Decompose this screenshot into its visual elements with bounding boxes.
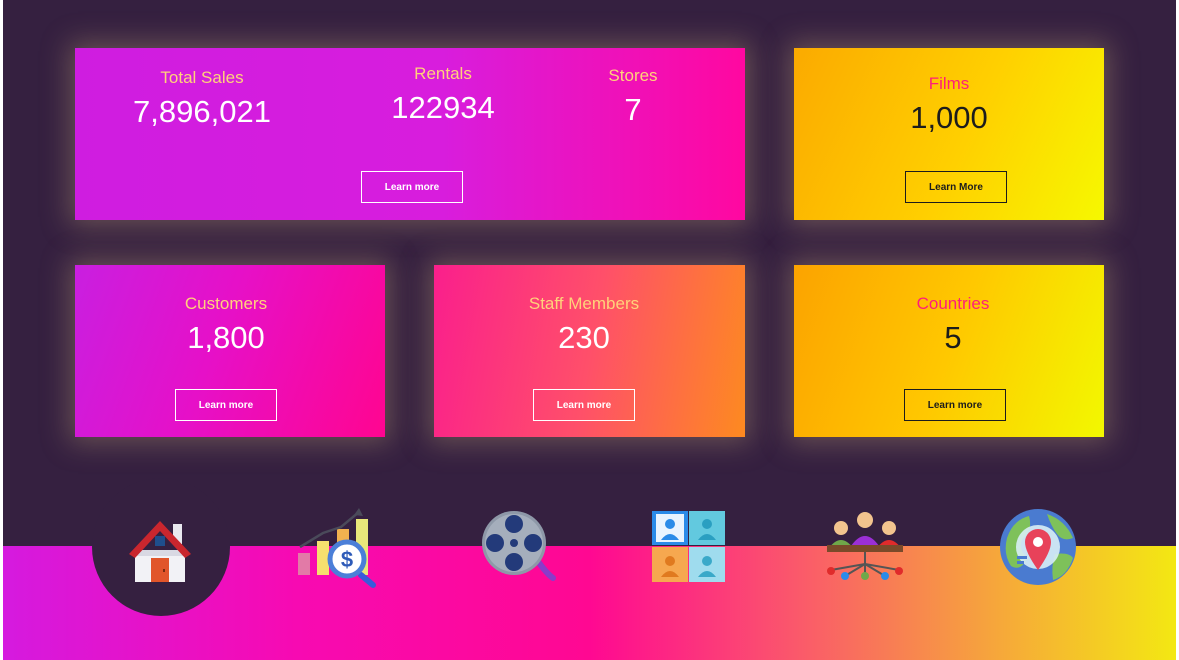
stores-metric: Stores 7: [573, 66, 693, 128]
globe-map-pin-icon[interactable]: [999, 508, 1077, 586]
rentals-value: 122934: [391, 90, 495, 125]
staff-learn-more-button[interactable]: Learn more: [533, 389, 635, 421]
films-learn-more-button[interactable]: Learn More: [905, 171, 1007, 203]
total-sales-metric: Total Sales 7,896,021: [132, 68, 272, 130]
sales-analytics-icon[interactable]: $: [295, 507, 377, 589]
stores-value: 7: [624, 92, 642, 127]
rentals-label: Rentals: [414, 64, 472, 83]
films-card: Films 1,000 Learn More: [794, 48, 1104, 220]
countries-value: 5: [944, 320, 962, 355]
films-value: 1,000: [910, 100, 988, 135]
customers-learn-more-button[interactable]: Learn more: [175, 389, 277, 421]
customers-metric: Customers 1,800: [75, 294, 377, 356]
staff-value: 230: [558, 320, 610, 355]
countries-label: Countries: [916, 294, 990, 313]
customers-card: Customers 1,800 Learn more: [75, 265, 385, 437]
meeting-people-icon[interactable]: [823, 508, 907, 582]
staff-label: Staff Members: [528, 294, 640, 313]
countries-card: Countries 5 Learn more: [794, 265, 1104, 437]
staff-panel-icon[interactable]: [649, 510, 727, 584]
staff-card: Staff Members 230 Learn more: [434, 265, 745, 437]
dashboard-stage: Total Sales 7,896,021 Rentals 122934 Sto…: [3, 0, 1176, 660]
house-icon[interactable]: [127, 516, 193, 584]
countries-metric: Countries 5: [794, 294, 1112, 356]
summary-card: Total Sales 7,896,021 Rentals 122934 Sto…: [75, 48, 745, 220]
films-label: Films: [928, 74, 970, 93]
customers-label: Customers: [184, 294, 268, 313]
films-metric: Films 1,000: [794, 74, 1104, 136]
rentals-metric: Rentals 122934: [373, 64, 513, 126]
staff-metric: Staff Members 230: [434, 294, 734, 356]
customers-value: 1,800: [187, 320, 265, 355]
svg-text:$: $: [341, 547, 353, 572]
film-reel-icon[interactable]: [481, 510, 557, 584]
total-sales-label: Total Sales: [160, 68, 244, 87]
stores-label: Stores: [608, 66, 658, 85]
countries-learn-more-button[interactable]: Learn more: [904, 389, 1006, 421]
total-sales-value: 7,896,021: [133, 94, 271, 129]
summary-learn-more-button[interactable]: Learn more: [361, 171, 463, 203]
